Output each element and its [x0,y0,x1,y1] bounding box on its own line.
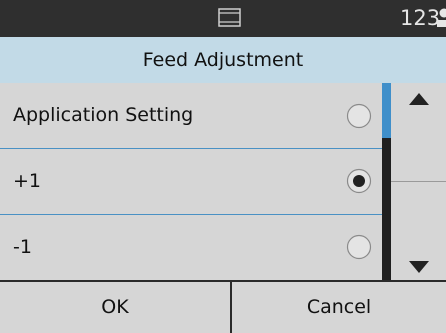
ok-button[interactable]: OK [0,282,230,333]
page-title: Feed Adjustment [142,49,304,71]
cancel-button[interactable]: Cancel [232,282,446,333]
radio-unselected-icon[interactable] [346,234,372,260]
arrow-up-icon [409,93,429,105]
document-feeder-icon [218,8,241,27]
feed-adjustment-screen: 123 Feed Adjustment Application Setting … [0,0,446,333]
scrollbar-thumb[interactable] [382,83,391,138]
options-list: Application Setting +1 -1 [0,83,384,280]
scroll-up-button[interactable] [391,83,446,181]
option-label: +1 [13,170,42,192]
radio-unselected-icon[interactable] [346,103,372,129]
radio-selected-icon[interactable] [346,168,372,194]
option-label: Application Setting [13,104,194,126]
status-bar: 123 [0,0,446,37]
list-item-plus-one[interactable]: +1 [0,148,382,214]
page-counter: 123 [400,6,441,30]
option-label: -1 [13,236,32,258]
arrow-down-icon [409,261,429,273]
title-bar: Feed Adjustment [0,37,446,83]
scroll-down-button[interactable] [391,182,446,280]
user-icon [437,8,446,27]
list-item-application-setting[interactable]: Application Setting [0,83,382,148]
list-item-minus-one[interactable]: -1 [0,214,382,280]
